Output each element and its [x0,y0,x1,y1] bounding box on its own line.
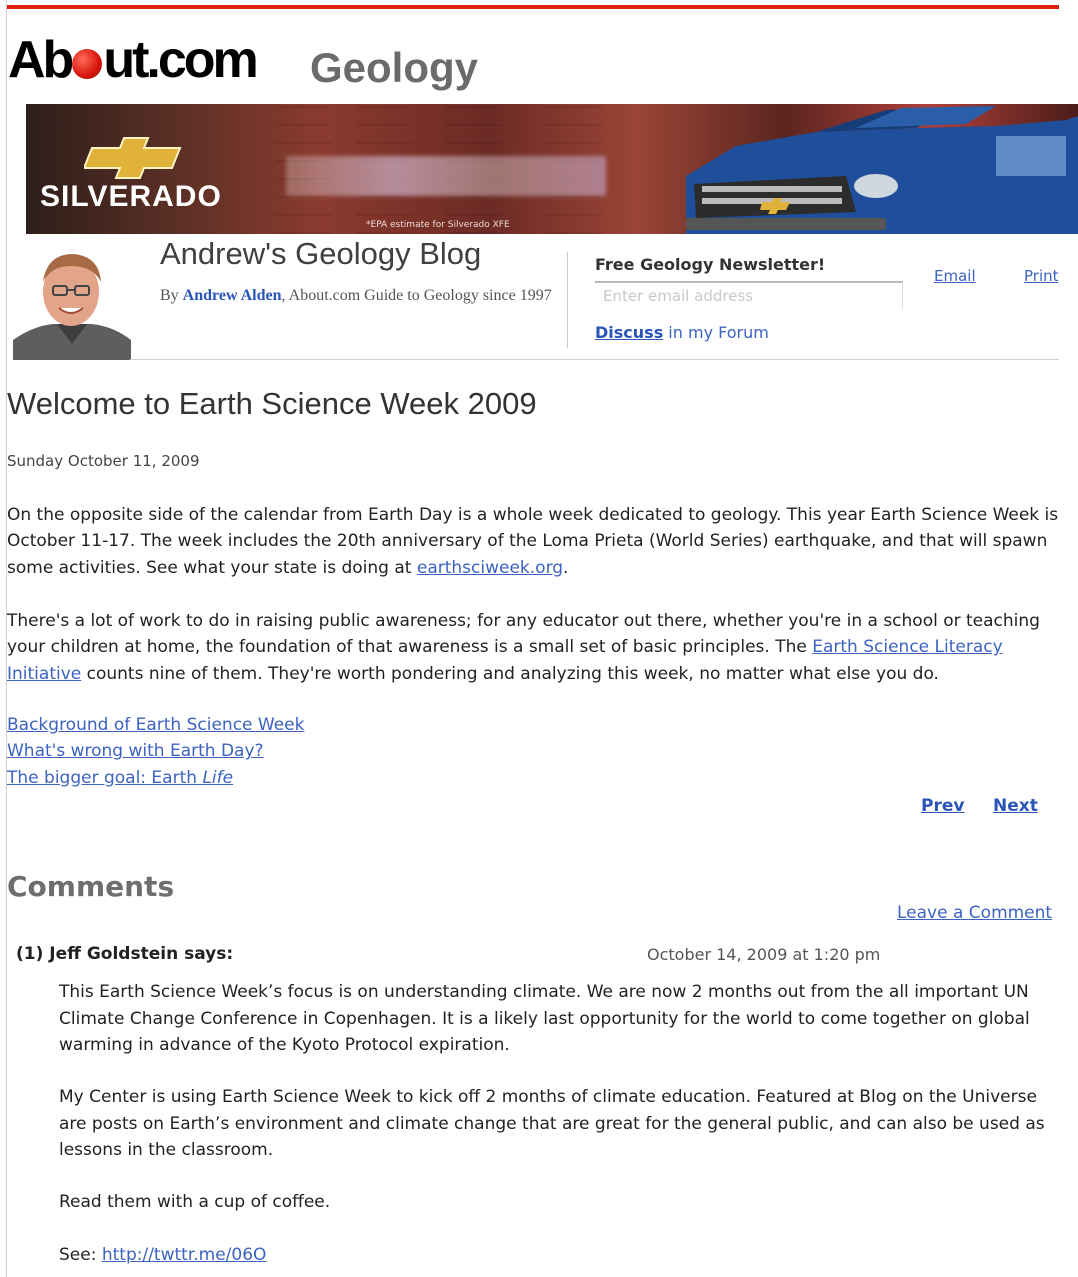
comment-paragraph-3: Read them with a cup of coffee. [59,1192,331,1212]
byline: By Andrew Alden, About.com Guide to Geol… [160,282,570,310]
ad-banner[interactable]: SILVERADO *EPA estimate for Silverado XF… [26,104,1078,234]
related-link-background[interactable]: Background of Earth Science Week [7,712,304,738]
logo-red-dot-icon [72,49,103,79]
newsletter-label: Free Geology Newsletter! [595,255,826,274]
comment-see-line: See: http://twttr.me/06O [59,1245,267,1265]
ad-brand-text: SILVERADO [40,180,222,213]
article-paragraph-2: There's a lot of work to do in raising p… [7,611,1040,684]
comment-timestamp: October 14, 2009 at 1:20 pm [647,945,881,964]
forum-link-rest[interactable]: in my Forum [663,323,769,342]
chevrolet-bowtie-icon [84,137,182,179]
truck-image [686,106,1078,234]
comment-number: (1) [16,944,44,964]
newsletter-email-input[interactable] [595,281,903,309]
byline-suffix: , About.com Guide to Geology since 1997 [281,287,552,304]
section-title[interactable]: Geology [310,40,478,96]
print-link[interactable]: Print [1024,267,1059,285]
ad-fine-print: *EPA estimate for Silverado XFE [366,220,510,230]
email-link[interactable]: Email [934,267,976,285]
comment-see-link[interactable]: http://twttr.me/06O [102,1245,267,1265]
header-divider [567,252,568,348]
blog-title[interactable]: Andrew's Geology Blog [160,236,481,272]
author-photo [13,240,131,360]
forum-link-line: Discuss in my Forum [595,323,769,342]
byline-prefix: By [160,287,183,304]
related-link-earth-day[interactable]: What's wrong with Earth Day? [7,738,304,764]
discuss-link[interactable]: Discuss [595,323,663,342]
header-rule [130,359,1059,360]
comment-author: (1) Jeff Goldstein says: [16,944,233,964]
top-accent-bar [7,5,1059,9]
related-link-bigger-goal[interactable]: The bigger goal: Earth Life [7,765,304,791]
prev-link[interactable]: Prev [921,796,964,816]
comment-author-name: Jeff Goldstein says: [49,944,234,964]
leave-comment-link[interactable]: Leave a Comment [897,903,1052,923]
article-title: Welcome to Earth Science Week 2009 [7,386,537,421]
comments-heading: Comments [7,870,175,903]
earthsciweek-link[interactable]: earthsciweek.org [417,558,563,578]
related-links: Background of Earth Science Week What's … [7,712,304,791]
about-logo[interactable]: Ab ut.com [8,30,259,90]
next-link[interactable]: Next [993,796,1038,816]
ad-blurred-headline [286,156,606,196]
comment-paragraph-1: This Earth Science Week’s focus is on un… [59,982,1030,1056]
author-link[interactable]: Andrew Alden [183,287,282,304]
article-date: Sunday October 11, 2009 [7,452,200,470]
article-paragraph-1: On the opposite side of the calendar fro… [7,505,1059,578]
comment-paragraph-2: My Center is using Earth Science Week to… [59,1087,1045,1161]
